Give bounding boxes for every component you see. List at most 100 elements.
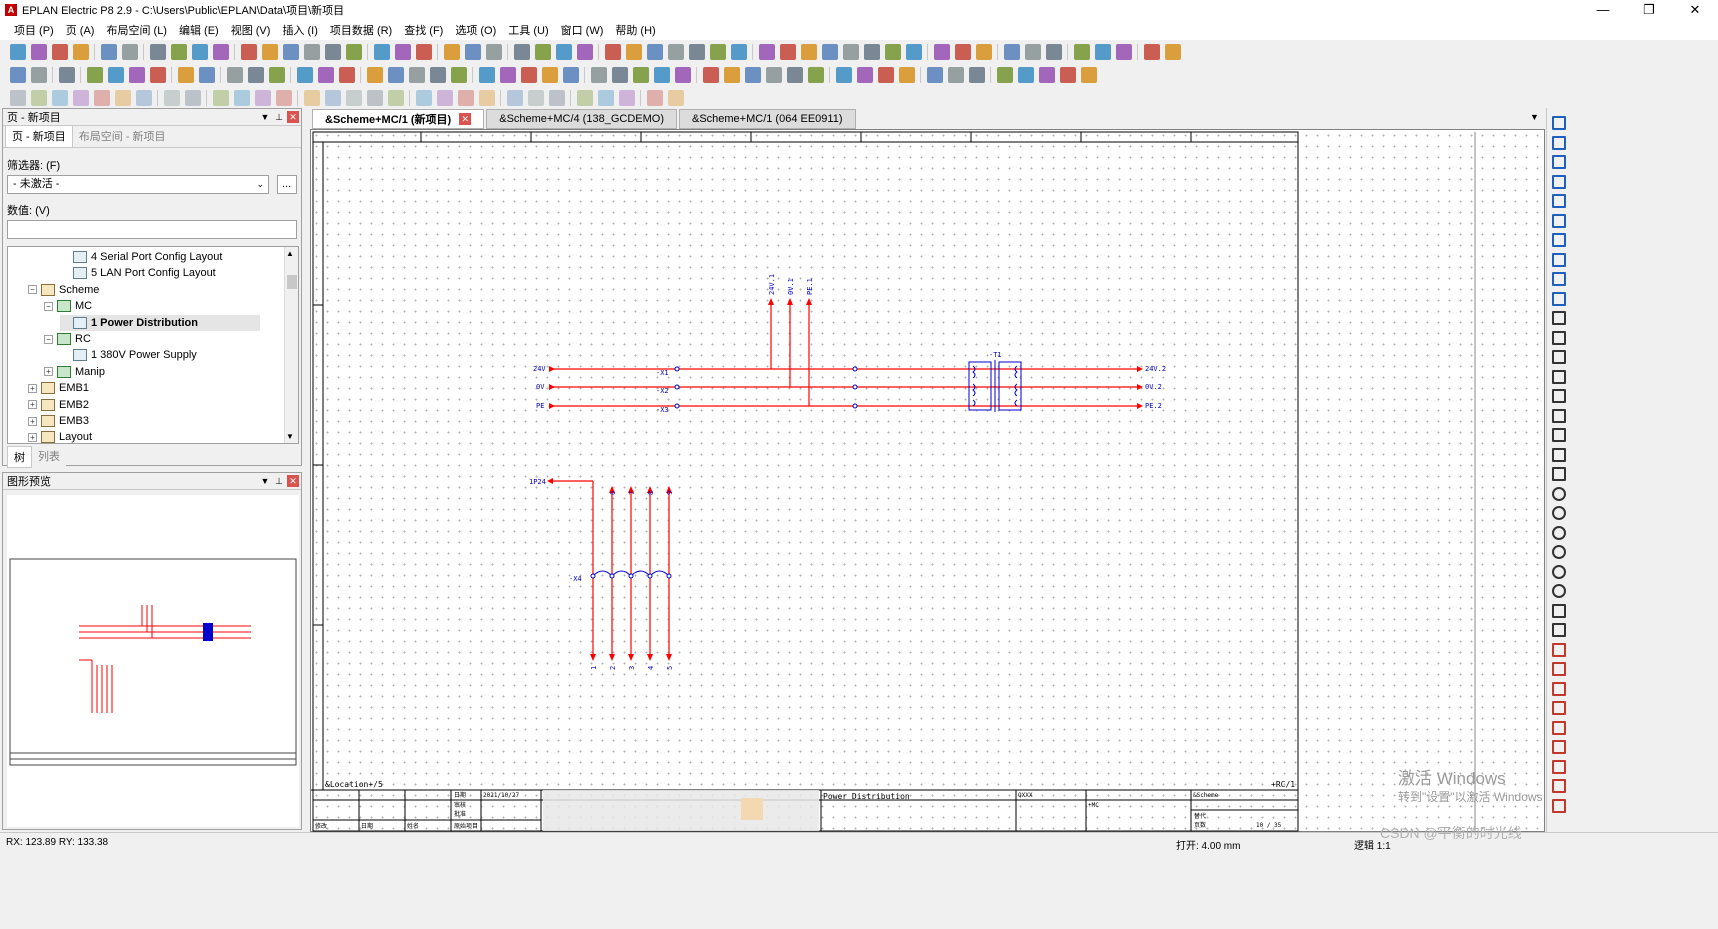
minimize-button[interactable]: — xyxy=(1580,0,1626,20)
connection-symbol-icon[interactable] xyxy=(1552,408,1566,423)
graphics-tool-icon[interactable] xyxy=(304,89,320,106)
symbol-tool-icon[interactable] xyxy=(150,66,166,83)
standard-tool-icon[interactable] xyxy=(241,43,257,60)
connection-symbol-icon[interactable] xyxy=(1552,779,1566,793)
connection-symbol-icon[interactable] xyxy=(1552,740,1566,754)
connection-symbol-icon[interactable] xyxy=(1552,603,1566,618)
connection-symbol-icon[interactable] xyxy=(1552,155,1566,169)
graphics-tool-icon[interactable] xyxy=(185,89,201,106)
standard-tool-icon[interactable] xyxy=(213,43,229,60)
graphics-tool-icon[interactable] xyxy=(234,89,250,106)
menu-window[interactable]: 窗口 (W) xyxy=(561,22,604,38)
connection-symbol-icon[interactable] xyxy=(1552,506,1566,520)
symbol-tool-icon[interactable] xyxy=(269,66,285,83)
graphics-tool-icon[interactable] xyxy=(528,89,544,106)
standard-tool-icon[interactable] xyxy=(1116,43,1132,60)
standard-tool-icon[interactable] xyxy=(283,43,299,60)
tree-item[interactable]: 4 Serial Port Config Layout xyxy=(60,249,222,265)
maximize-button[interactable]: ❐ xyxy=(1626,0,1672,20)
symbol-tool-icon[interactable] xyxy=(633,66,649,83)
panel-close-icon[interactable]: ✕ xyxy=(287,475,299,487)
close-window-button[interactable]: ✕ xyxy=(1672,0,1718,20)
standard-tool-icon[interactable] xyxy=(514,43,530,60)
standard-tool-icon[interactable] xyxy=(444,43,460,60)
graphics-tool-icon[interactable] xyxy=(416,89,432,106)
standard-tool-icon[interactable] xyxy=(52,43,68,60)
menu-find[interactable]: 查找 (F) xyxy=(404,22,443,38)
tree-item[interactable]: − Scheme xyxy=(28,282,99,298)
tab-tree[interactable]: 树 xyxy=(7,446,32,468)
connection-symbol-icon[interactable] xyxy=(1552,623,1566,637)
standard-tool-icon[interactable] xyxy=(122,43,138,60)
standard-tool-icon[interactable] xyxy=(346,43,362,60)
connection-symbol-icon[interactable] xyxy=(1552,213,1566,228)
symbol-tool-icon[interactable] xyxy=(563,66,579,83)
connection-symbol-icon[interactable] xyxy=(1552,291,1566,306)
symbol-tool-icon[interactable] xyxy=(703,66,719,83)
tree-item[interactable]: 5 LAN Port Config Layout xyxy=(60,265,216,281)
graphics-tool-icon[interactable] xyxy=(31,89,47,106)
symbol-tool-icon[interactable] xyxy=(1039,66,1055,83)
standard-tool-icon[interactable] xyxy=(864,43,880,60)
symbol-tool-icon[interactable] xyxy=(766,66,782,83)
connection-symbol-icon[interactable] xyxy=(1552,545,1566,559)
doc-tab-1[interactable]: &Scheme+MC/1 (新项目) ✕ xyxy=(312,109,485,129)
graphics-tool-icon[interactable] xyxy=(437,89,453,106)
connection-symbol-icon[interactable] xyxy=(1552,798,1566,813)
connection-symbol-icon[interactable] xyxy=(1552,467,1566,481)
standard-tool-icon[interactable] xyxy=(150,43,166,60)
standard-tool-icon[interactable] xyxy=(647,43,663,60)
connection-symbol-icon[interactable] xyxy=(1552,369,1566,384)
graphics-tool-icon[interactable] xyxy=(94,89,110,106)
tree-item[interactable]: + EMB1 xyxy=(28,380,89,396)
standard-tool-icon[interactable] xyxy=(668,43,684,60)
connection-symbol-icon[interactable] xyxy=(1552,174,1566,189)
symbol-tool-icon[interactable] xyxy=(430,66,446,83)
menu-edit[interactable]: 编辑 (E) xyxy=(179,22,219,38)
standard-tool-icon[interactable] xyxy=(101,43,117,60)
symbol-tool-icon[interactable] xyxy=(367,66,383,83)
standard-tool-icon[interactable] xyxy=(955,43,971,60)
symbol-tool-icon[interactable] xyxy=(1081,66,1097,83)
standard-tool-icon[interactable] xyxy=(395,43,411,60)
symbol-tool-icon[interactable] xyxy=(339,66,355,83)
connection-symbol-icon[interactable] xyxy=(1552,194,1566,208)
connection-symbol-icon[interactable] xyxy=(1552,701,1566,715)
connection-symbol-icon[interactable] xyxy=(1552,233,1566,247)
standard-tool-icon[interactable] xyxy=(556,43,572,60)
standard-tool-icon[interactable] xyxy=(689,43,705,60)
collapse-icon[interactable]: − xyxy=(44,334,53,344)
symbol-tool-icon[interactable] xyxy=(808,66,824,83)
standard-tool-icon[interactable] xyxy=(416,43,432,60)
doc-tab-2[interactable]: &Scheme+MC/4 (138_GCDEMO) xyxy=(486,109,677,129)
connection-symbol-icon[interactable] xyxy=(1552,447,1566,462)
standard-tool-icon[interactable] xyxy=(1004,43,1020,60)
symbol-tool-icon[interactable] xyxy=(10,66,26,83)
graphics-tool-icon[interactable] xyxy=(549,89,565,106)
symbol-tool-icon[interactable] xyxy=(318,66,334,83)
standard-tool-icon[interactable] xyxy=(577,43,593,60)
standard-tool-icon[interactable] xyxy=(374,43,390,60)
symbol-tool-icon[interactable] xyxy=(1060,66,1076,83)
graphics-tool-icon[interactable] xyxy=(668,89,684,106)
symbol-tool-icon[interactable] xyxy=(591,66,607,83)
collapse-icon[interactable]: − xyxy=(28,285,37,295)
menu-view[interactable]: 视图 (V) xyxy=(231,22,271,38)
connection-symbol-icon[interactable] xyxy=(1552,662,1566,676)
graphics-tool-icon[interactable] xyxy=(73,89,89,106)
graphics-tool-icon[interactable] xyxy=(458,89,474,106)
symbol-tool-icon[interactable] xyxy=(409,66,425,83)
tree-item[interactable]: − RC xyxy=(44,331,91,347)
standard-tool-icon[interactable] xyxy=(780,43,796,60)
tree-item[interactable]: + Manip xyxy=(44,364,105,380)
connection-symbol-icon[interactable] xyxy=(1552,330,1566,345)
filter-more-button[interactable]: ... xyxy=(277,175,297,194)
standard-tool-icon[interactable] xyxy=(822,43,838,60)
standard-tool-icon[interactable] xyxy=(1144,43,1160,60)
graphics-tool-icon[interactable] xyxy=(598,89,614,106)
tree-item[interactable]: − MC xyxy=(44,298,92,314)
graphics-tool-icon[interactable] xyxy=(647,89,663,106)
expand-icon[interactable]: + xyxy=(28,383,37,393)
symbol-tool-icon[interactable] xyxy=(997,66,1013,83)
panel-pin-icon[interactable]: ⊥ xyxy=(273,111,285,123)
